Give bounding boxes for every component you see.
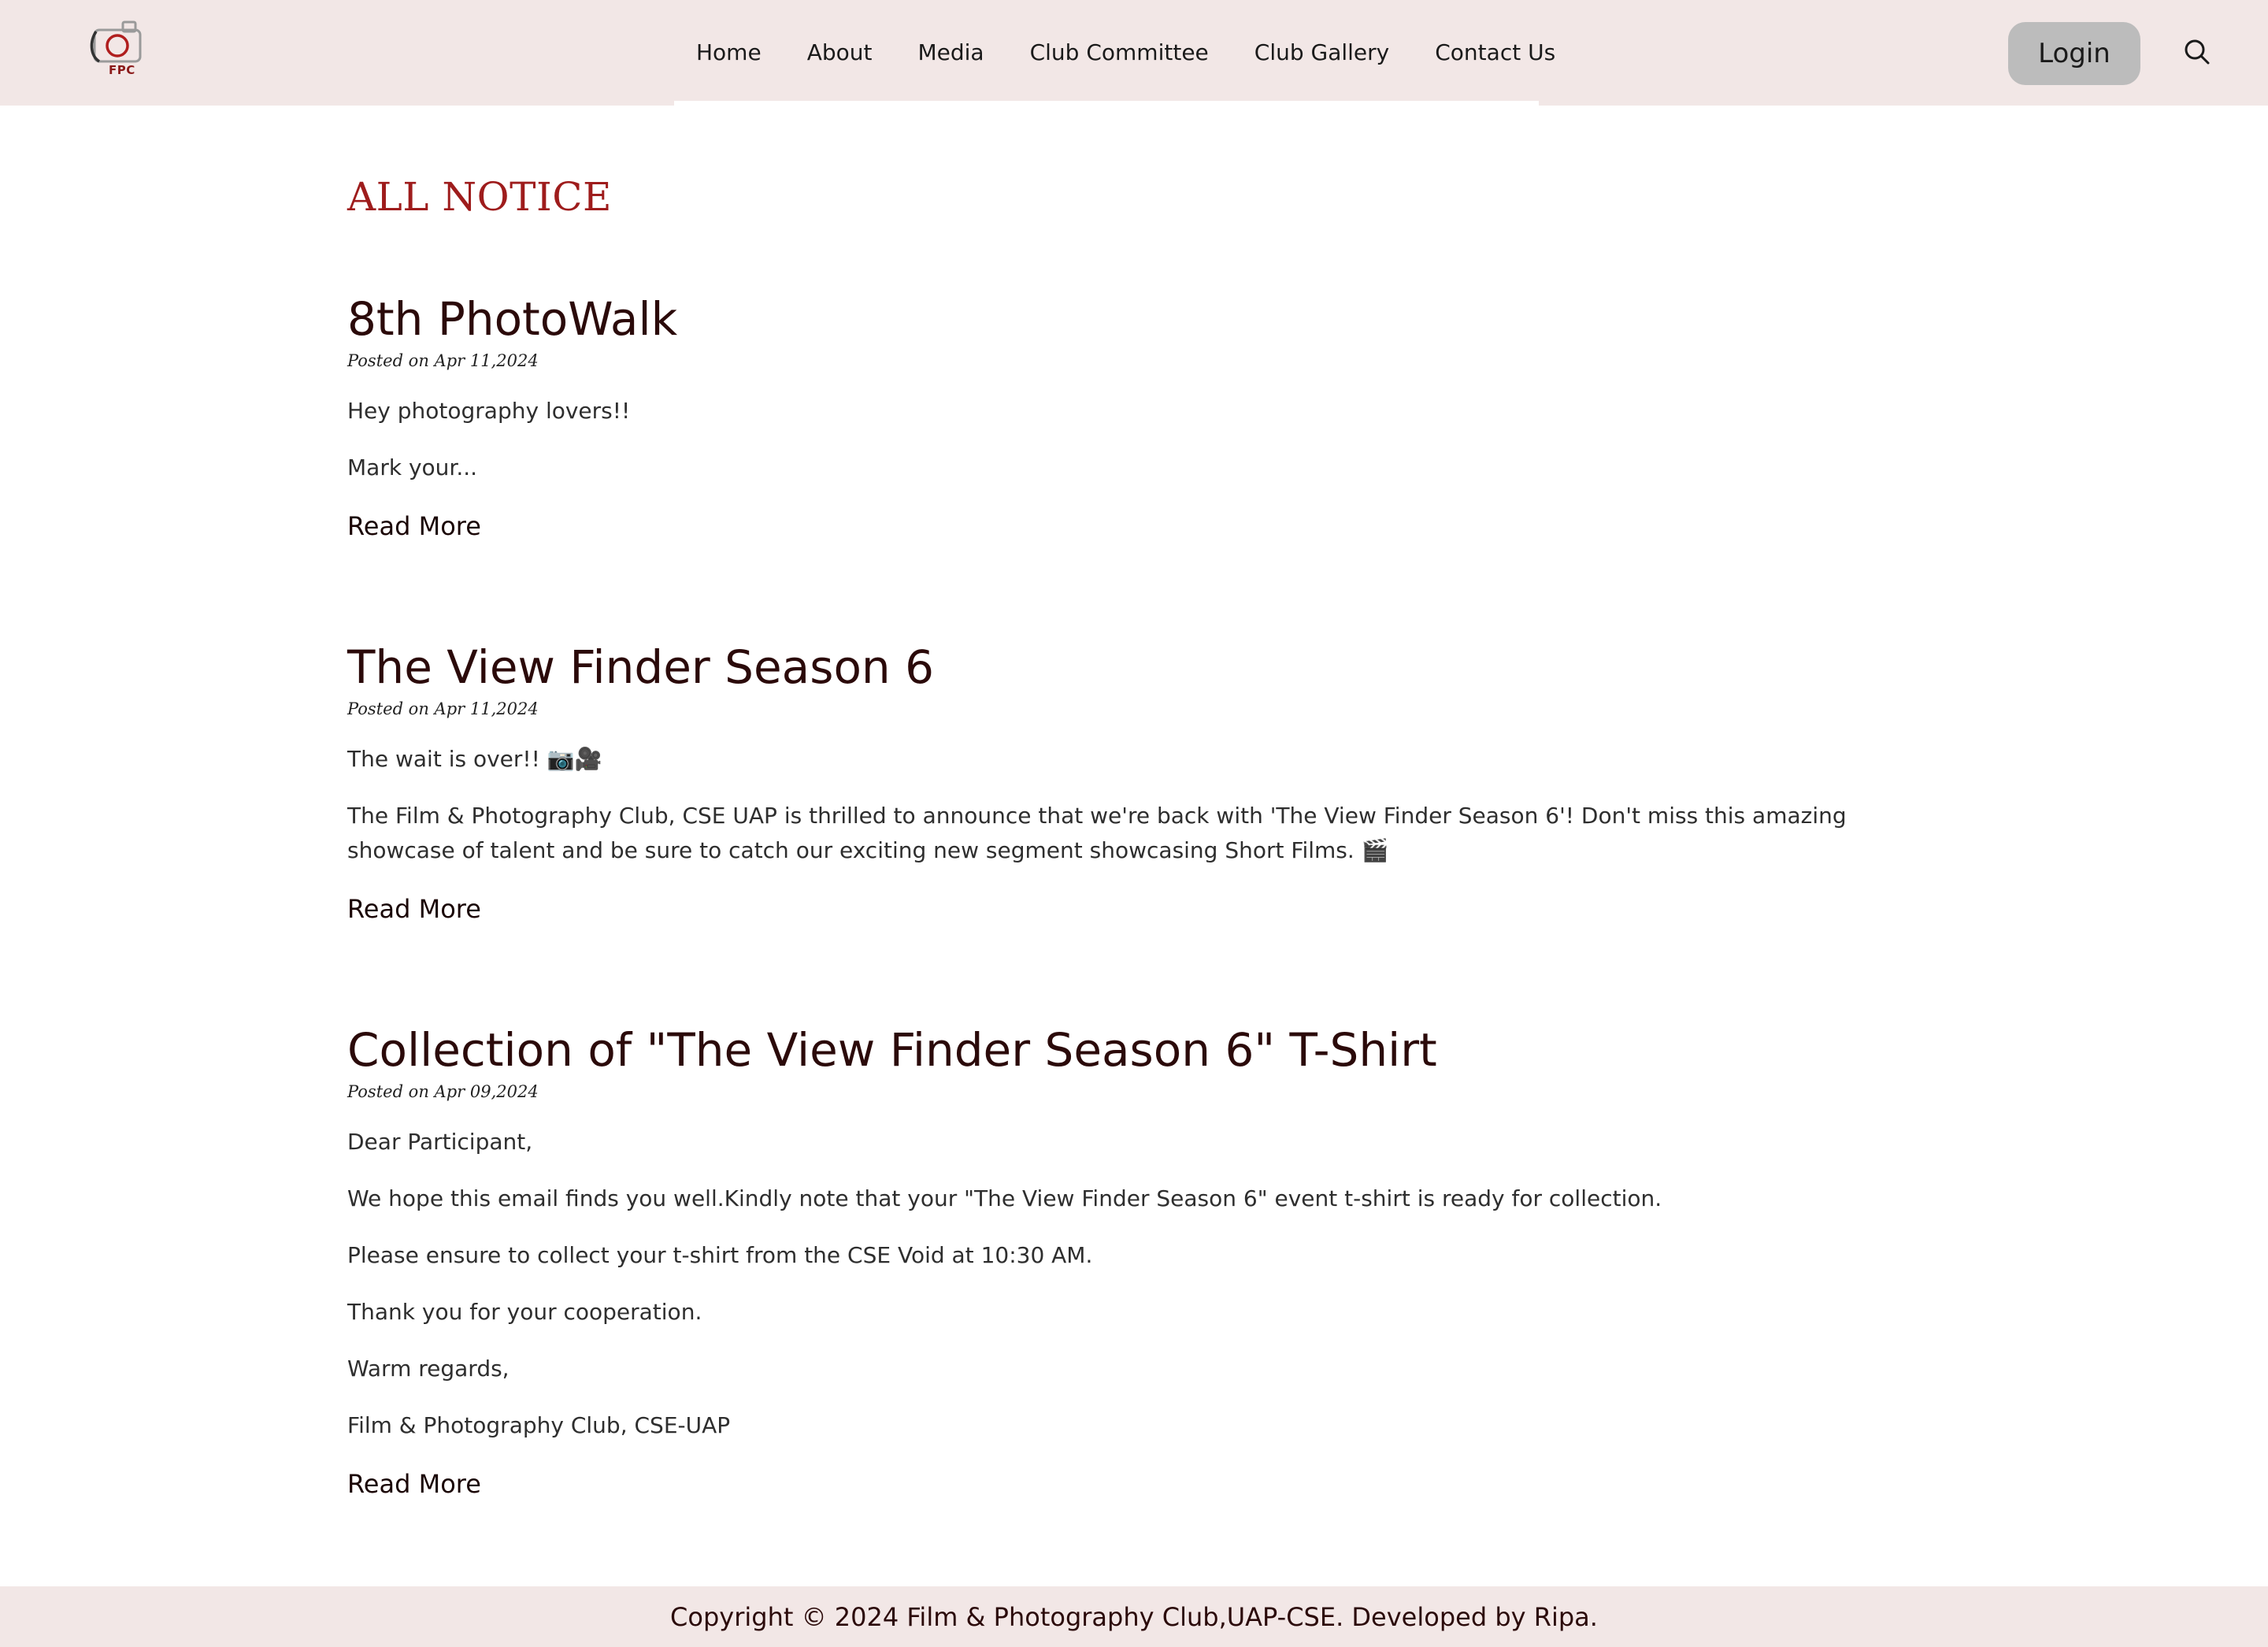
site-header: FPC Home About Media Club Committee Club…: [0, 0, 2268, 106]
notice-title: The View Finder Season 6: [347, 640, 935, 694]
notice-date: Posted on Apr 11,2024: [347, 699, 539, 718]
search-icon[interactable]: [2183, 38, 2211, 66]
nav-club-committee[interactable]: Club Committee: [1030, 39, 1209, 65]
notice-list: ALL NOTICE 8th PhotoWalk Posted on Apr 1…: [347, 173, 1891, 1499]
notice-paragraph: Thank you for your cooperation.: [347, 1299, 702, 1325]
notice-date: Posted on Apr 11,2024: [347, 351, 539, 370]
notice-paragraph: We hope this email finds you well.Kindly…: [347, 1185, 1662, 1211]
fpc-logo[interactable]: FPC: [88, 14, 148, 80]
page-title: ALL NOTICE: [347, 174, 613, 220]
read-more-link[interactable]: Read More: [347, 892, 481, 926]
notice-item: Collection of "The View Finder Season 6"…: [347, 1022, 1891, 1501]
copyright-text: Copyright © 2024 Film & Photography Club…: [670, 1601, 1598, 1632]
notice-paragraph: Warm regards,: [347, 1356, 510, 1382]
notice-title: Collection of "The View Finder Season 6"…: [347, 1023, 1437, 1077]
nav-underline: [674, 101, 1539, 106]
site-footer: Copyright © 2024 Film & Photography Club…: [0, 1586, 2268, 1647]
notice-paragraph: Mark your...: [347, 454, 478, 480]
notice-date: Posted on Apr 09,2024: [347, 1082, 539, 1101]
login-button[interactable]: Login: [2008, 22, 2140, 85]
notice-paragraph: Film & Photography Club, CSE-UAP: [347, 1412, 731, 1438]
logo-text: FPC: [109, 63, 135, 77]
read-more-link[interactable]: Read More: [347, 509, 481, 543]
notice-paragraph: The Film & Photography Club, CSE UAP is …: [347, 803, 1847, 863]
notice-paragraph: Please ensure to collect your t-shirt fr…: [347, 1242, 1093, 1268]
nav-media[interactable]: Media: [917, 39, 984, 65]
main-nav: Home About Media Club Committee Club Gal…: [696, 35, 1555, 69]
notice-item: The View Finder Season 6 Posted on Apr 1…: [347, 640, 1891, 926]
notice-paragraph: Dear Participant,: [347, 1129, 533, 1155]
notice-item: 8th PhotoWalk Posted on Apr 11,2024 Hey …: [347, 291, 1891, 543]
nav-about[interactable]: About: [807, 39, 873, 65]
read-more-link[interactable]: Read More: [347, 1467, 481, 1501]
notice-paragraph: Hey photography lovers!!: [347, 398, 631, 424]
notice-paragraph: The wait is over!! 📷🎥: [347, 746, 602, 772]
nav-contact-us[interactable]: Contact Us: [1435, 39, 1555, 65]
notice-title: 8th PhotoWalk: [347, 292, 678, 346]
nav-home[interactable]: Home: [696, 39, 762, 65]
nav-club-gallery[interactable]: Club Gallery: [1254, 39, 1389, 65]
